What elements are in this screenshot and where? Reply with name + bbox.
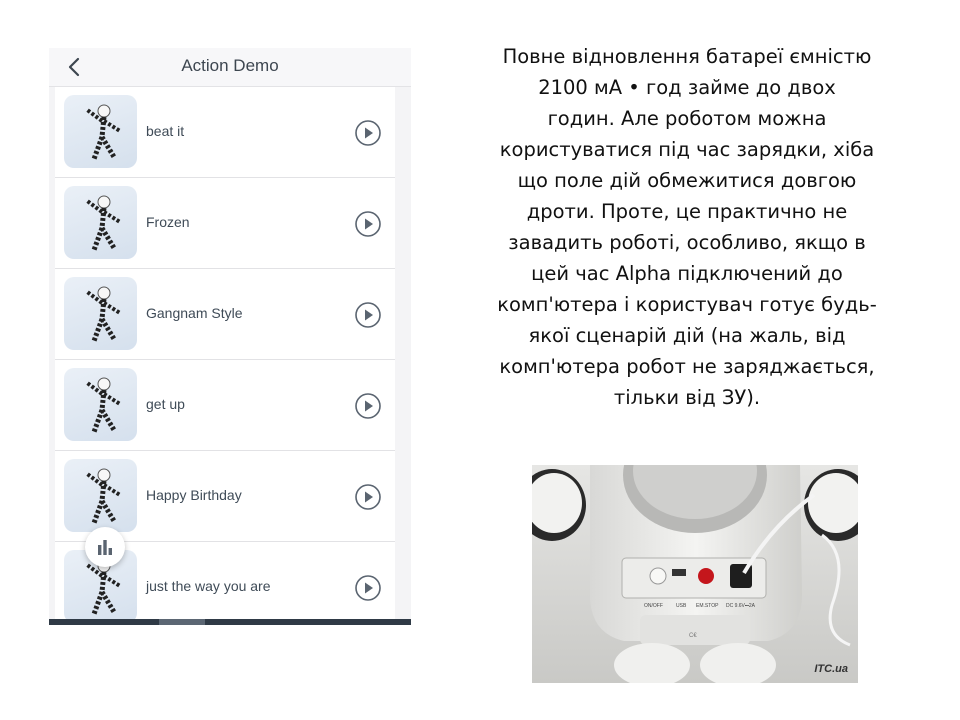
stats-fab-button[interactable]: [85, 527, 125, 567]
play-button[interactable]: [354, 301, 382, 329]
play-button[interactable]: [354, 392, 382, 420]
robot-figure-icon: [84, 195, 122, 251]
play-button[interactable]: [354, 574, 382, 602]
action-label: get up: [146, 396, 185, 412]
robot-figure-icon: [84, 377, 122, 433]
description-line: завадить роботі, особливо, якщо в: [508, 231, 866, 254]
panel-label: USB: [676, 603, 687, 609]
list-item[interactable]: Frozen: [55, 178, 395, 269]
robot-figure-icon: [84, 286, 122, 342]
robot-thumbnail: [64, 95, 137, 168]
play-circle-icon: [355, 575, 381, 601]
play-circle-icon: [355, 484, 381, 510]
robot-figure-icon: [84, 104, 122, 160]
play-button[interactable]: [354, 210, 382, 238]
list-item[interactable]: beat it: [55, 87, 395, 178]
play-circle-icon: [355, 211, 381, 237]
description-line: Повне відновлення батареї ємністю: [502, 45, 872, 68]
panel-label: ON/OFF: [644, 603, 663, 609]
description-line: якої сценарій дій (на жаль, від: [528, 324, 846, 347]
phone-screenshot: Action Demo beat it Frozen Gangnam Style…: [49, 48, 411, 625]
robot-charging-photo: ON/OFF USB EM.STOP DC 9.6V⎓2A C€ ITC.ua: [532, 465, 858, 683]
bar-chart-icon: [98, 540, 112, 555]
play-circle-icon: [355, 393, 381, 419]
description-line: що поле дій обмежитися довгою: [517, 169, 857, 192]
play-button[interactable]: [354, 483, 382, 511]
description-line: цей час Alpha підключений до: [531, 262, 843, 285]
action-label: just the way you are: [146, 578, 271, 594]
action-label: Frozen: [146, 214, 190, 230]
action-label: Gangnam Style: [146, 305, 243, 321]
action-label: beat it: [146, 123, 185, 139]
description-line: тільки від ЗУ).: [613, 386, 761, 409]
list-item[interactable]: get up: [55, 360, 395, 451]
robot-figure-icon: [84, 468, 122, 524]
bottom-bar: [49, 619, 411, 625]
robot-back-illustration: ON/OFF USB EM.STOP DC 9.6V⎓2A C€: [532, 465, 858, 683]
description-text: Повне відновлення батареї ємністю 2100 м…: [478, 41, 896, 413]
play-circle-icon: [355, 120, 381, 146]
robot-thumbnail: [64, 459, 137, 532]
description-line: комп'ютера робот не заряджається,: [499, 355, 875, 378]
robot-thumbnail: [64, 368, 137, 441]
page-title: Action Demo: [181, 56, 279, 75]
play-circle-icon: [355, 302, 381, 328]
app-header: Action Demo: [49, 48, 411, 87]
play-button[interactable]: [354, 119, 382, 147]
bottom-bar-segment: [159, 619, 205, 625]
watermark: ITC.ua: [814, 663, 848, 675]
action-label: Happy Birthday: [146, 487, 242, 503]
description-line: комп'ютера і користувач готує будь-: [497, 293, 877, 316]
panel-label: EM.STOP: [696, 603, 719, 609]
description-line: годин. Але роботом можна: [547, 107, 827, 130]
panel-label: DC 9.6V⎓2A: [726, 603, 756, 609]
description-line: 2100 мА • год займе до двох: [538, 76, 836, 99]
description-line: користуватися під час зарядки, хіба: [499, 138, 875, 161]
description-line: дроти. Проте, це практично не: [526, 200, 848, 223]
scrollbar-track[interactable]: [395, 87, 411, 619]
list-item[interactable]: Gangnam Style: [55, 269, 395, 360]
svg-text:C€: C€: [689, 633, 697, 639]
robot-thumbnail: [64, 186, 137, 259]
robot-thumbnail: [64, 277, 137, 350]
